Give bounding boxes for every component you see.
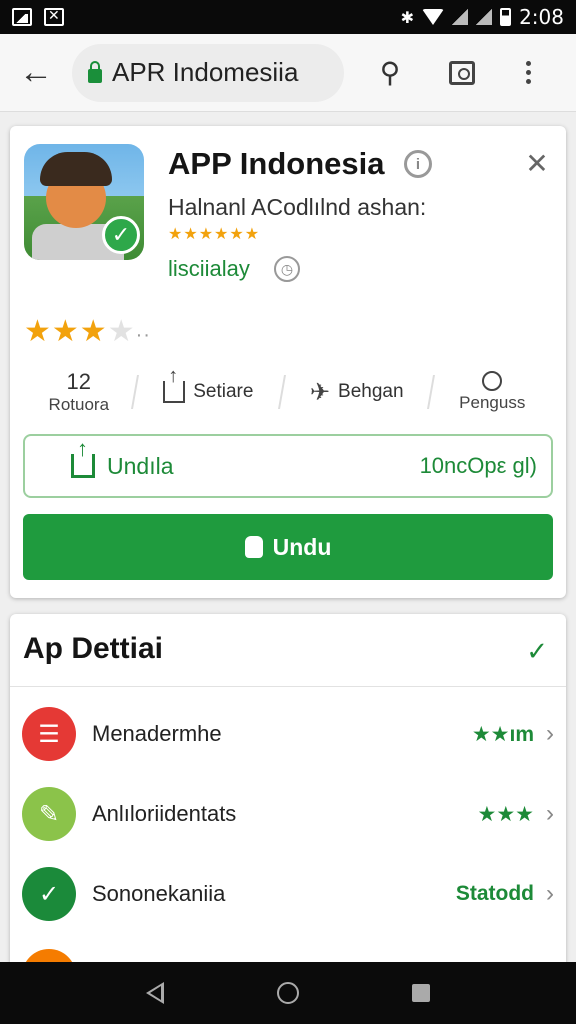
list-icon: ☰ [22,707,76,761]
pin-icon: ✈ [309,378,331,406]
close-icon[interactable]: ✕ [522,148,552,179]
signal-icon [452,9,469,25]
more-button[interactable]: Penguss [432,362,552,422]
row-value: ★★ım [471,722,534,746]
battery-icon [500,8,512,26]
divider [10,686,566,687]
rating-stars-empty: ★ [107,315,136,348]
nav-home-icon[interactable] [276,982,299,1004]
hand-icon [244,536,263,558]
download-option-button[interactable]: Undıla 10ncOpε gl) [23,434,553,498]
row-value: ★★★ [477,802,534,826]
similar-label: Behgan [338,381,404,402]
status-bar: ✱ 2:08 [0,0,576,34]
stats-row: 12 Rotuora Setiare ✈ Behgan Penguss [24,362,552,422]
detail-row[interactable]: ☰ Menadermhe ★★ım › [10,694,566,774]
app-card: ✓ APP Indonesia i ✕ Halnanl ACodlılnd as… [10,126,566,598]
overflow-menu-icon[interactable] [502,47,554,99]
download-label: Undıla [107,452,174,479]
mini-star-rating: ★★★★★★ [168,226,261,243]
clock-icon: ◷ [274,256,300,282]
verified-check-icon: ✓ [102,216,140,254]
back-arrow-icon[interactable]: ← [0,34,72,112]
lock-icon [88,60,102,83]
chevron-right-icon: › [546,800,554,827]
row-value: Statodd [455,882,534,905]
search-icon[interactable]: ⚲ [364,47,416,99]
signal-icon-2 [476,9,493,25]
share-icon [163,365,186,403]
download-size: 10ncOpε gl) [419,453,537,478]
row-label: Anlıloriidentats [92,801,237,826]
install-label: Undu [272,533,332,560]
url-bar[interactable]: APR Indomesiia [72,43,344,102]
details-title: Ap Dettiai [23,632,164,665]
more-label: Penguss [459,393,526,412]
reviews-stat[interactable]: 12 Rotuora [24,362,134,422]
navigation-bar [0,962,576,1024]
nav-back-icon[interactable] [146,982,165,1004]
timer-icon [482,371,503,391]
reviews-count: 12 [66,369,92,394]
check-icon[interactable]: ✓ [526,636,548,667]
camera-icon[interactable] [436,47,488,99]
similar-button[interactable]: ✈ Behgan [283,362,430,422]
rating-more: ·· [135,324,151,346]
upload-icon [71,436,95,478]
row-label: Menadermhe [92,721,222,746]
rating-stars[interactable]: ★★★★·· [24,314,151,349]
chevron-right-icon: › [546,880,554,907]
share-label: Setiare [193,381,254,402]
url-text: APR Indomesiia [112,57,299,87]
install-button[interactable]: Undu [23,514,553,580]
gallery-notification-icon [12,8,32,26]
status-time: 2:08 [519,5,564,29]
nav-recents-icon[interactable] [411,984,430,1002]
category-link[interactable]: lisciialay [168,256,250,282]
app-logo: ✓ [24,144,144,260]
bluetooth-icon: ✱ [400,7,415,27]
app-title: APP Indonesia [168,146,385,181]
share-button[interactable]: Setiare [136,362,281,422]
rating-stars-filled: ★★★ [24,315,108,348]
row-label: Sononekaniia [92,881,226,906]
chevron-right-icon: › [546,720,554,747]
info-icon[interactable]: i [404,150,432,178]
edit-check-icon: ✎ [22,787,76,841]
reviews-label: Rotuora [48,395,110,414]
wifi-icon [422,9,445,25]
details-card: Ap Dettiai ✓ ☰ Menadermhe ★★ım › ✎ Anlıl… [10,614,566,974]
app-subtitle: Halnanl ACodlılnd ashan: [168,194,427,220]
detail-row[interactable]: ✓ Sononekaniia Statodd › [10,854,566,934]
browser-toolbar: ← APR Indomesiia ⚲ [0,34,576,112]
check-icon: ✓ [22,867,76,921]
detail-row[interactable]: ✎ Anlıloriidentats ★★★ › [10,774,566,854]
app-notification-icon [44,7,64,26]
